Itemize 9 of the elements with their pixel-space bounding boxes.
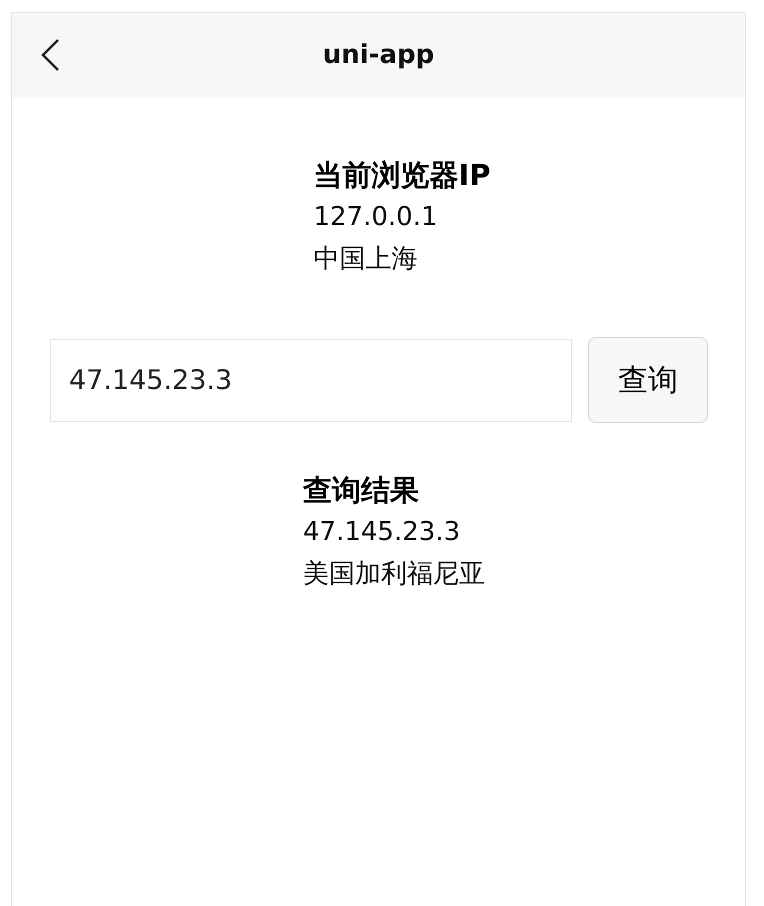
page-title: uni-app <box>322 39 434 72</box>
location-text: 美国加利福尼亚 <box>303 558 485 591</box>
section-heading: 当前浏览器IP <box>313 157 491 194</box>
ip-input-field[interactable]: 47.145.23.3 <box>50 338 572 422</box>
location-text: 中国上海 <box>313 243 418 276</box>
ip-address: 127.0.0.1 <box>313 201 439 234</box>
query-button[interactable]: 查询 <box>588 337 708 423</box>
section-heading: 查询结果 <box>303 472 420 509</box>
ip-address: 47.145.23.3 <box>303 516 462 549</box>
